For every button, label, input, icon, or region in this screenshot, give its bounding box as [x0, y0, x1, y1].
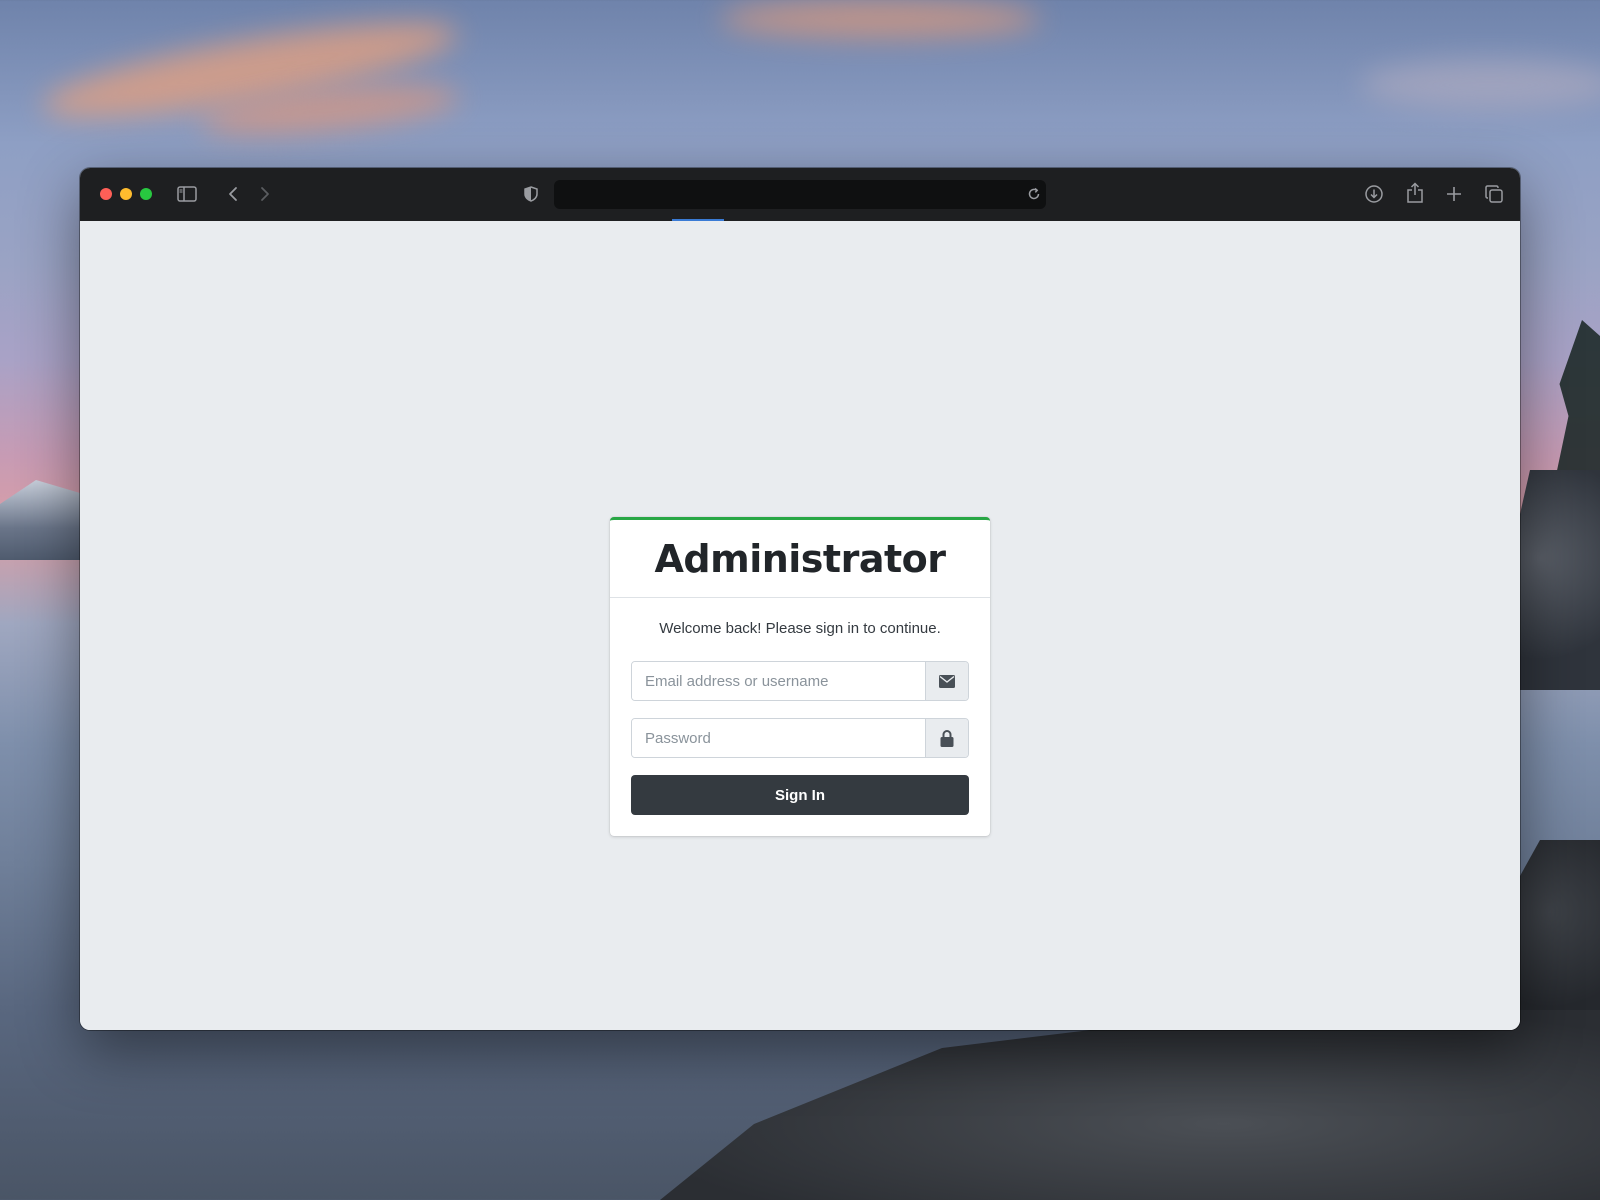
zoom-window-button[interactable]	[140, 188, 152, 200]
address-bar[interactable]	[554, 180, 1046, 209]
browser-window: Administrator Welcome back! Please sign …	[80, 168, 1520, 1030]
shield-icon[interactable]	[520, 183, 542, 205]
browser-toolbar	[80, 168, 1520, 221]
background-cloud	[1360, 60, 1600, 110]
background-tree	[1555, 320, 1600, 480]
email-field[interactable]	[632, 662, 925, 700]
password-field[interactable]	[632, 719, 925, 757]
background-rock	[660, 1010, 1600, 1200]
envelope-icon	[925, 662, 968, 700]
login-title: Administrator	[654, 536, 947, 581]
window-controls	[100, 188, 152, 200]
login-card-header: Administrator	[610, 520, 990, 598]
close-window-button[interactable]	[100, 188, 112, 200]
login-card: Administrator Welcome back! Please sign …	[610, 517, 990, 836]
password-input-group	[631, 718, 969, 758]
share-icon[interactable]	[1403, 181, 1427, 205]
download-icon[interactable]	[1362, 182, 1386, 206]
page-content: Administrator Welcome back! Please sign …	[80, 221, 1520, 1030]
login-message: Welcome back! Please sign in to continue…	[659, 620, 941, 637]
background-cloud	[720, 0, 1040, 38]
chevron-right-icon[interactable]	[254, 183, 276, 205]
lock-icon	[925, 719, 968, 757]
chevron-left-icon[interactable]	[222, 183, 244, 205]
login-card-body: Welcome back! Please sign in to continue…	[610, 598, 990, 836]
login-form: Sign In	[631, 661, 969, 815]
email-input-group	[631, 661, 969, 701]
background-mountain	[0, 480, 90, 560]
sign-in-button[interactable]: Sign In	[631, 775, 969, 815]
minimize-window-button[interactable]	[120, 188, 132, 200]
sidebar-icon[interactable]	[176, 183, 198, 205]
reload-icon[interactable]	[1024, 184, 1044, 204]
plus-icon[interactable]	[1442, 182, 1466, 206]
tabs-icon[interactable]	[1482, 182, 1506, 206]
